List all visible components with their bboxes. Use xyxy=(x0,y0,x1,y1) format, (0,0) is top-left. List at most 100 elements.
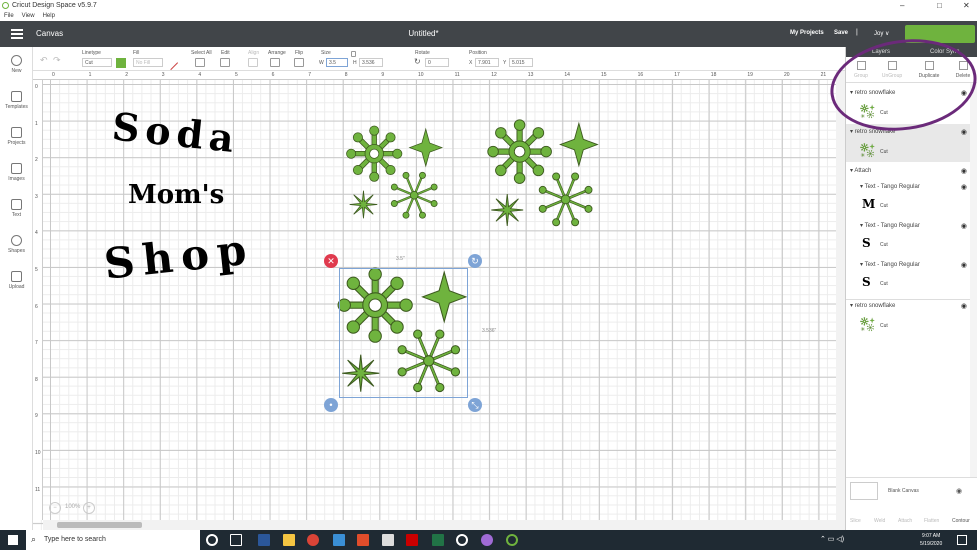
visibility-eye-icon[interactable]: ◉ xyxy=(961,167,967,175)
close-button[interactable]: ✕ xyxy=(963,0,970,11)
group-button[interactable]: Group xyxy=(848,59,874,79)
rotate-input[interactable]: 0 xyxy=(425,58,449,67)
vertical-scrollbar[interactable] xyxy=(836,71,845,530)
zoom-out-button[interactable]: − xyxy=(49,502,61,514)
task-view-icon[interactable] xyxy=(230,534,242,546)
nav-new[interactable]: New xyxy=(0,55,33,74)
nav-images[interactable]: Images xyxy=(0,163,33,182)
undo-icon[interactable]: ↶ xyxy=(40,55,48,66)
height-input[interactable]: 3.536 xyxy=(359,58,383,67)
notifications-icon[interactable] xyxy=(957,535,967,545)
layer-item[interactable]: S Cut xyxy=(860,275,970,293)
layer-header-attach[interactable]: ▾ Attach xyxy=(850,167,970,174)
make-it-button[interactable] xyxy=(905,25,975,43)
cortana-icon[interactable] xyxy=(206,534,218,546)
excel-icon[interactable] xyxy=(432,534,444,546)
settings-icon[interactable] xyxy=(456,534,468,546)
duplicate-button[interactable]: Duplicate xyxy=(916,59,942,79)
resize-handle-icon[interactable]: ⤡ xyxy=(468,398,482,412)
menu-help[interactable]: Help xyxy=(43,13,55,19)
minimize-button[interactable]: – xyxy=(900,0,904,11)
weld-button[interactable]: Weld xyxy=(874,518,885,524)
nav-text[interactable]: Text xyxy=(0,199,33,218)
attach-button[interactable]: Attach xyxy=(898,518,912,524)
selection-box[interactable] xyxy=(339,268,468,398)
tab-color-sync[interactable]: Color Sync xyxy=(930,49,959,55)
taskbar-search[interactable]: Type here to search xyxy=(26,530,200,550)
y-position-input[interactable]: 5.015 xyxy=(509,58,533,67)
linetype-select[interactable]: Cut xyxy=(82,58,112,67)
visibility-eye-icon[interactable]: ◉ xyxy=(956,487,962,495)
select-all-icon[interactable] xyxy=(195,58,205,67)
app-icon[interactable] xyxy=(357,534,369,546)
arrange-icon[interactable] xyxy=(270,58,280,67)
edit-icon[interactable] xyxy=(220,58,230,67)
maximize-button[interactable]: □ xyxy=(937,0,942,11)
x-position-input[interactable]: 7.901 xyxy=(475,58,499,67)
layer-item[interactable]: S Cut xyxy=(860,236,970,254)
visibility-eye-icon[interactable]: ◉ xyxy=(961,183,967,191)
nav-shapes[interactable]: Shapes xyxy=(0,235,33,254)
layer-header[interactable]: ▾ retro snowflake xyxy=(850,128,970,135)
ungroup-button[interactable]: UnGroup xyxy=(879,59,905,79)
chrome-icon[interactable] xyxy=(307,534,319,546)
layer-header[interactable]: ▾ Text - Tango Regular xyxy=(860,261,977,268)
visibility-eye-icon[interactable]: ◉ xyxy=(961,128,967,136)
delete-button[interactable]: Delete xyxy=(950,59,976,79)
height-dimension-label: 3.536" xyxy=(482,328,497,334)
horizontal-scroll-thumb[interactable] xyxy=(57,522,142,528)
flatten-button[interactable]: Flatten xyxy=(924,518,939,524)
layer-item[interactable]: Cut xyxy=(860,104,970,122)
redo-icon[interactable]: ↷ xyxy=(53,55,61,66)
layer-item[interactable]: Cut xyxy=(860,317,970,335)
quicken-icon[interactable] xyxy=(406,534,418,546)
zoom-in-button[interactable]: + xyxy=(83,502,95,514)
layer-header[interactable]: ▾ retro snowflake xyxy=(850,89,970,96)
design-text-moms[interactable]: Mom's xyxy=(128,180,224,210)
text-thumbnail: S xyxy=(862,275,871,289)
word-icon[interactable] xyxy=(258,534,270,546)
nav-projects[interactable]: Projects xyxy=(0,127,33,146)
visibility-eye-icon[interactable]: ◉ xyxy=(961,302,967,310)
cricut-taskbar-icon[interactable] xyxy=(506,534,518,546)
visibility-eye-icon[interactable]: ◉ xyxy=(961,89,967,97)
delete-handle-icon[interactable]: ✕ xyxy=(324,254,338,268)
nav-upload[interactable]: Upload xyxy=(0,271,33,290)
horizontal-scrollbar[interactable] xyxy=(43,520,836,530)
blank-canvas-swatch[interactable] xyxy=(850,482,878,500)
no-fill-icon[interactable] xyxy=(163,55,179,71)
app-icon[interactable] xyxy=(481,534,493,546)
lock-icon[interactable] xyxy=(351,51,356,57)
layer-header[interactable]: ▾ Text - Tango Regular xyxy=(860,222,977,229)
windows-start-icon[interactable] xyxy=(8,535,18,545)
snowflake-group-2[interactable] xyxy=(486,118,601,233)
visibility-eye-icon[interactable]: ◉ xyxy=(961,261,967,269)
user-menu[interactable]: Joy ∨ xyxy=(874,30,889,37)
lock-handle-icon[interactable]: • xyxy=(324,398,338,412)
nav-templates[interactable]: Templates xyxy=(0,91,33,110)
fill-select[interactable]: No Fill xyxy=(133,58,163,67)
menu-view[interactable]: View xyxy=(22,13,35,19)
slice-button[interactable]: Slice xyxy=(850,518,861,524)
panel-scrollbar[interactable] xyxy=(970,83,977,477)
system-clock[interactable]: 9:07 AM 5/19/2020 xyxy=(920,532,942,548)
app-icon[interactable] xyxy=(333,534,345,546)
calculator-icon[interactable] xyxy=(382,534,394,546)
rotate-handle-icon[interactable]: ↻ xyxy=(468,254,482,268)
menu-file[interactable]: File xyxy=(4,13,14,19)
layer-header[interactable]: ▾ Text - Tango Regular xyxy=(860,183,977,190)
layer-item[interactable]: M Cut xyxy=(860,197,970,215)
width-input[interactable]: 3.5 xyxy=(326,58,348,67)
save-button[interactable]: Save xyxy=(834,30,848,36)
my-projects-button[interactable]: My Projects xyxy=(790,30,824,36)
tab-layers[interactable]: Layers xyxy=(872,49,890,55)
visibility-eye-icon[interactable]: ◉ xyxy=(961,222,967,230)
align-icon[interactable] xyxy=(248,58,258,67)
contour-button[interactable]: Contour xyxy=(952,518,970,524)
flip-icon[interactable] xyxy=(294,58,304,67)
layer-header[interactable]: ▾ retro snowflake xyxy=(850,302,970,309)
linetype-color-swatch[interactable] xyxy=(116,58,126,68)
snowflake-group-1[interactable] xyxy=(345,122,445,227)
layer-item[interactable]: Cut xyxy=(860,143,970,161)
file-explorer-icon[interactable] xyxy=(283,534,295,546)
